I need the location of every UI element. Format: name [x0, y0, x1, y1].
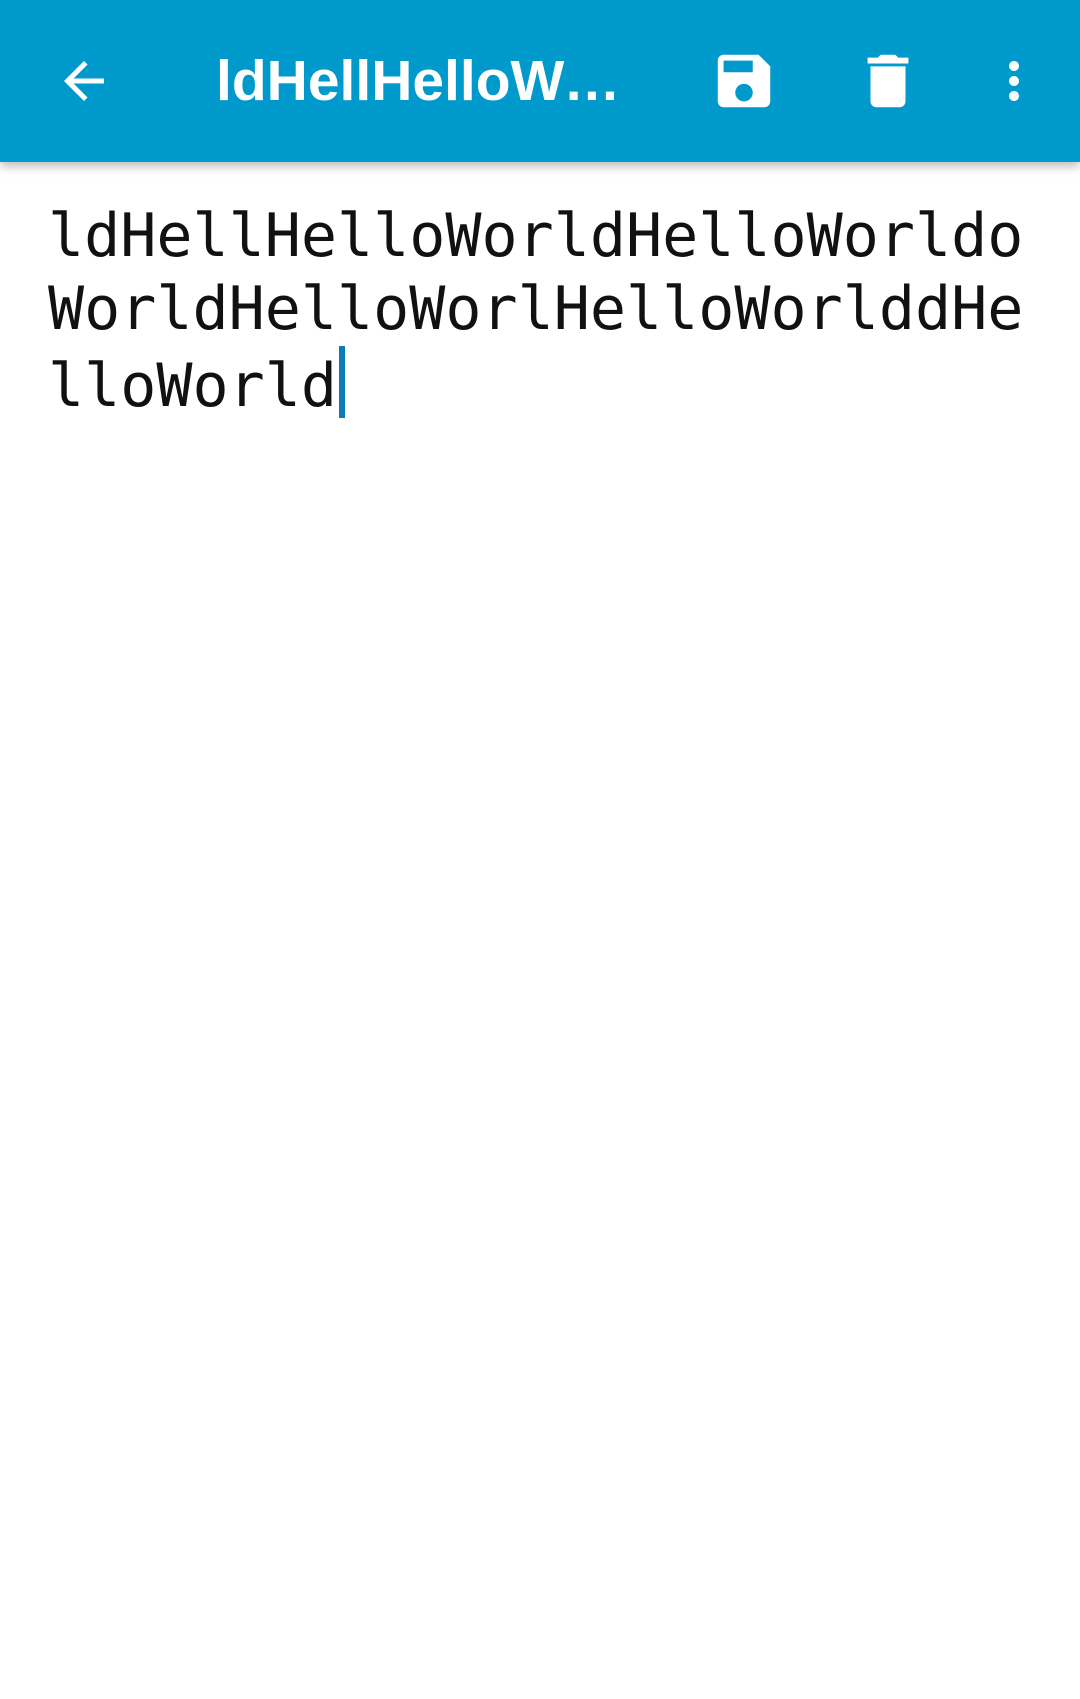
app-bar: ldHellHelloWorldHelloWorldoWorldHelloWor… [0, 0, 1080, 162]
note-text: ldHellHelloWorldHelloWorldoWorldHelloWor… [48, 201, 1024, 421]
trash-icon [867, 54, 909, 108]
more-options-button[interactable] [958, 25, 1070, 137]
text-cursor [338, 346, 345, 418]
back-button[interactable] [28, 25, 140, 137]
note-title: ldHellHelloWorldHelloWorldoWorldHelloWor… [216, 49, 646, 113]
more-vertical-icon [1009, 61, 1019, 101]
delete-button[interactable] [832, 25, 944, 137]
floppy-disk-icon [717, 54, 771, 108]
arrow-left-icon [64, 61, 104, 101]
note-editor[interactable]: ldHellHelloWorldHelloWorldoWorldHelloWor… [48, 200, 1048, 1660]
save-button[interactable] [688, 25, 800, 137]
